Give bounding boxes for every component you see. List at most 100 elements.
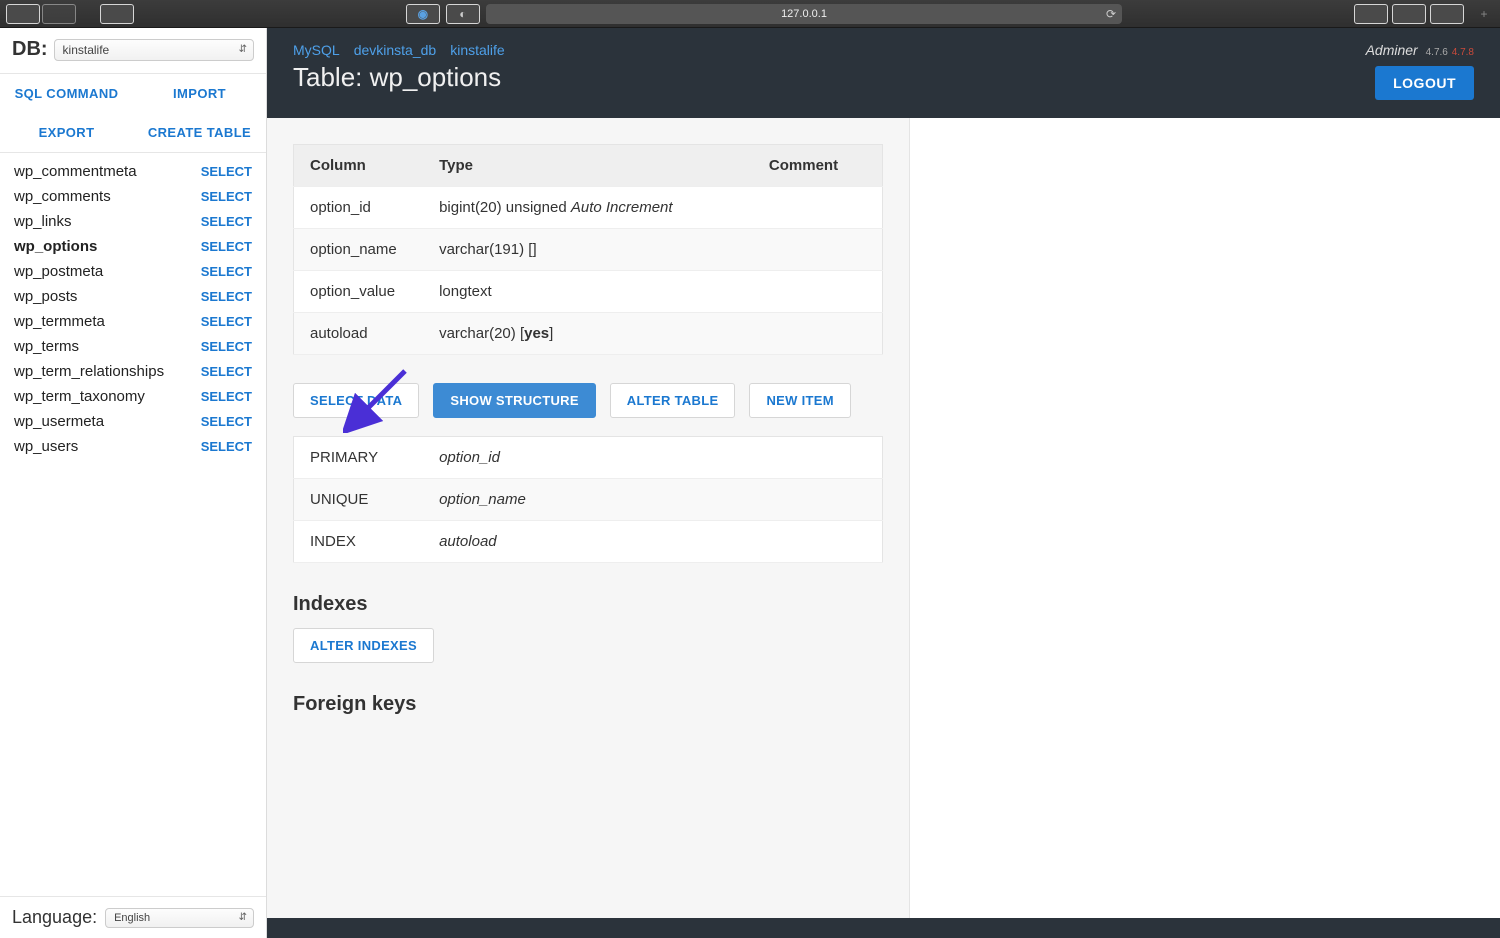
table-row: wp_term_taxonomy SELECT: [0, 384, 266, 409]
table-row: INDEXautoload: [294, 521, 883, 563]
download-icon[interactable]: [1354, 4, 1388, 24]
index-kind: INDEX: [294, 521, 424, 563]
table-select-link[interactable]: SELECT: [201, 214, 252, 229]
column-name: option_name: [294, 229, 424, 271]
col-header-comment: Comment: [753, 145, 883, 187]
content: Column Type Comment option_idbigint(20) …: [267, 118, 909, 918]
table-name-link[interactable]: wp_termmeta: [14, 313, 105, 330]
column-type: varchar(191) []: [423, 229, 753, 271]
column-name: autoload: [294, 313, 424, 355]
table-select-link[interactable]: SELECT: [201, 414, 252, 429]
table-row: wp_postmeta SELECT: [0, 259, 266, 284]
breadcrumb-link[interactable]: MySQL: [293, 42, 340, 58]
column-comment: [753, 187, 883, 229]
alter-indexes-button[interactable]: ALTER INDEXES: [293, 628, 434, 663]
shield-icon[interactable]: ◉: [406, 4, 440, 24]
table-name-link[interactable]: wp_links: [14, 213, 72, 230]
new-tab-icon[interactable]: +: [1474, 4, 1494, 24]
url-bar[interactable]: 127.0.0.1 ⟳: [486, 4, 1122, 24]
language-select[interactable]: English ⇵: [105, 908, 254, 928]
foreign-keys-heading: Foreign keys: [293, 693, 883, 716]
show-structure-button[interactable]: SHOW STRUCTURE: [433, 383, 595, 418]
column-type: longtext: [423, 271, 753, 313]
table-select-link[interactable]: SELECT: [201, 239, 252, 254]
new-item-button[interactable]: NEW ITEM: [749, 383, 850, 418]
page-title: Table: wp_options: [293, 62, 519, 93]
column-type: varchar(20) [yes]: [423, 313, 753, 355]
table-row: option_namevarchar(191) []: [294, 229, 883, 271]
table-name-link[interactable]: wp_term_taxonomy: [14, 388, 145, 405]
reload-icon[interactable]: ⟳: [1106, 7, 1116, 21]
brand: Adminer 4.7.6 4.7.8: [1366, 42, 1474, 58]
breadcrumb: MySQL devkinsta_db kinstalife: [293, 42, 519, 58]
table-name-link[interactable]: wp_terms: [14, 338, 79, 355]
back-button[interactable]: [6, 4, 40, 24]
table-select-link[interactable]: SELECT: [201, 439, 252, 454]
create-table-link[interactable]: CREATE TABLE: [133, 113, 266, 152]
browser-chrome: ◉ ◐ 127.0.0.1 ⟳ +: [0, 0, 1500, 28]
index-field: autoload: [423, 521, 882, 563]
breadcrumb-link[interactable]: devkinsta_db: [354, 42, 437, 58]
footer-bar: [267, 918, 1500, 938]
column-name: option_value: [294, 271, 424, 313]
table-select-link[interactable]: SELECT: [201, 339, 252, 354]
table-name-link[interactable]: wp_term_relationships: [14, 363, 164, 380]
sql-command-link[interactable]: SQL COMMAND: [0, 74, 133, 113]
columns-table: Column Type Comment option_idbigint(20) …: [293, 144, 883, 355]
forward-button[interactable]: [42, 4, 76, 24]
table-name-link[interactable]: wp_postmeta: [14, 263, 103, 280]
export-link[interactable]: EXPORT: [0, 113, 133, 152]
table-name-link[interactable]: wp_comments: [14, 188, 111, 205]
column-type: bigint(20) unsigned Auto Increment: [423, 187, 753, 229]
table-row: wp_posts SELECT: [0, 284, 266, 309]
table-name-link[interactable]: wp_users: [14, 438, 78, 455]
logout-button[interactable]: LOGOUT: [1375, 66, 1474, 100]
table-select-link[interactable]: SELECT: [201, 289, 252, 304]
url-text: 127.0.0.1: [781, 8, 827, 20]
table-name-link[interactable]: wp_options: [14, 238, 97, 255]
index-kind: PRIMARY: [294, 437, 424, 479]
table-row: wp_options SELECT: [0, 234, 266, 259]
table-select-link[interactable]: SELECT: [201, 364, 252, 379]
table-select-link[interactable]: SELECT: [201, 264, 252, 279]
index-field: option_name: [423, 479, 882, 521]
breadcrumb-link[interactable]: kinstalife: [450, 42, 504, 58]
db-select[interactable]: kinstalife ⇵: [54, 39, 254, 61]
table-select-link[interactable]: SELECT: [201, 314, 252, 329]
table-row: option_valuelongtext: [294, 271, 883, 313]
share-icon[interactable]: [1392, 4, 1426, 24]
select-data-button[interactable]: SELECT DATA: [293, 383, 419, 418]
chevron-updown-icon: ⇵: [239, 44, 247, 55]
db-label: DB:: [12, 38, 48, 61]
index-field: option_id: [423, 437, 882, 479]
col-header-type: Type: [423, 145, 753, 187]
db-select-value: kinstalife: [63, 43, 110, 57]
indexes-table: PRIMARYoption_idUNIQUEoption_nameINDEXau…: [293, 436, 883, 563]
tabs-icon[interactable]: [1430, 4, 1464, 24]
table-name-link[interactable]: wp_posts: [14, 288, 77, 305]
right-blank-panel: [909, 118, 1500, 918]
indexes-heading: Indexes: [293, 593, 883, 616]
table-row: wp_terms SELECT: [0, 334, 266, 359]
table-row: UNIQUEoption_name: [294, 479, 883, 521]
table-select-link[interactable]: SELECT: [201, 164, 252, 179]
col-header-column: Column: [294, 145, 424, 187]
table-row: option_idbigint(20) unsigned Auto Increm…: [294, 187, 883, 229]
column-comment: [753, 229, 883, 271]
column-comment: [753, 313, 883, 355]
table-name-link[interactable]: wp_commentmeta: [14, 163, 137, 180]
table-row: autoloadvarchar(20) [yes]: [294, 313, 883, 355]
table-row: wp_users SELECT: [0, 434, 266, 459]
table-row: wp_comments SELECT: [0, 184, 266, 209]
table-select-link[interactable]: SELECT: [201, 189, 252, 204]
table-name-link[interactable]: wp_usermeta: [14, 413, 104, 430]
import-link[interactable]: IMPORT: [133, 74, 266, 113]
table-select-link[interactable]: SELECT: [201, 389, 252, 404]
column-name: option_id: [294, 187, 424, 229]
reader-icon[interactable]: ◐: [446, 4, 480, 24]
language-select-value: English: [114, 912, 150, 924]
tables-list: wp_commentmetaSELECTwp_commentsSELECTwp_…: [0, 153, 266, 896]
alter-table-button[interactable]: ALTER TABLE: [610, 383, 736, 418]
table-row: wp_term_relationships SELECT: [0, 359, 266, 384]
sidebar-toggle-icon[interactable]: [100, 4, 134, 24]
